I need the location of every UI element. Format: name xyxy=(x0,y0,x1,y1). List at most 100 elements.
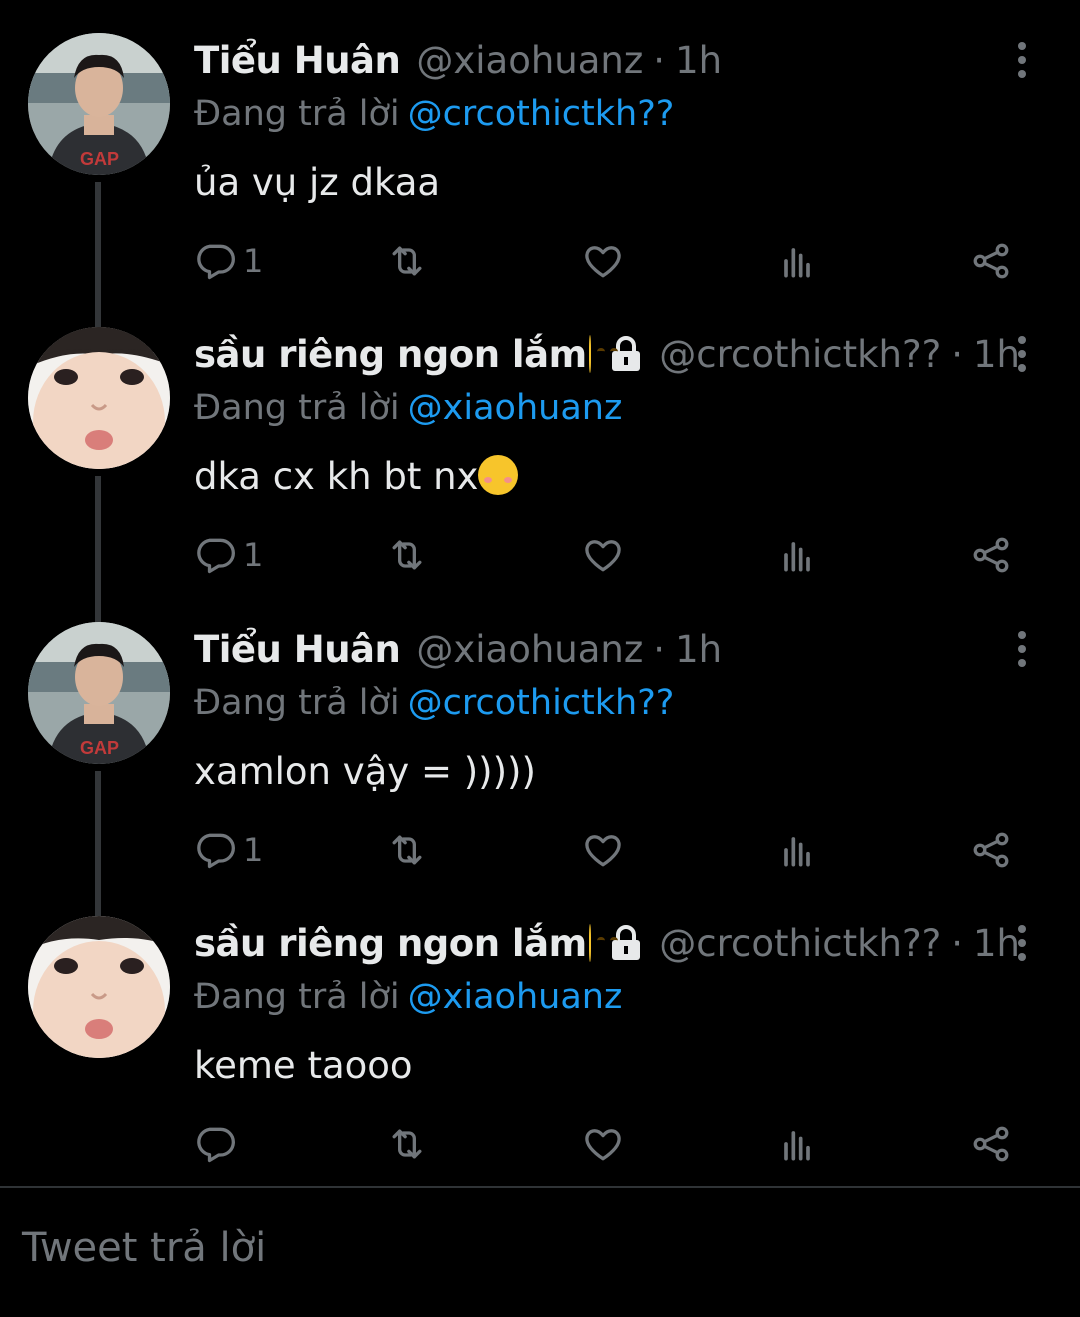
svg-text:GAP: GAP xyxy=(80,149,119,169)
reply-icon xyxy=(193,533,237,577)
mention-link[interactable]: @crcothictkh?? xyxy=(408,683,675,723)
reply-button[interactable]: 1 xyxy=(193,530,263,580)
smiling-face-emoji xyxy=(478,455,519,495)
reply-button[interactable]: 1 xyxy=(193,236,263,286)
heart-icon xyxy=(581,533,625,577)
action-bar: 1 xyxy=(193,825,1023,875)
author-handle[interactable]: @crcothictkh?? xyxy=(659,333,941,376)
mention-link[interactable]: @xiaohuanz xyxy=(408,388,623,428)
share-icon xyxy=(969,533,1013,577)
author-handle[interactable]: @xiaohuanz xyxy=(416,628,643,671)
retweet-button[interactable] xyxy=(385,530,429,580)
tweet-text-content: keme taooo xyxy=(194,1044,413,1087)
share-icon xyxy=(969,1122,1013,1166)
share-button[interactable] xyxy=(969,1119,1013,1169)
share-icon xyxy=(969,828,1013,872)
tweet-4[interactable]: sầu riêng ngon lắm @crcothictkh?? · 1h Đ… xyxy=(0,913,1080,1207)
replying-to-label: Đang trả lời xyxy=(194,977,400,1017)
replying-to: Đang trả lời @crcothictkh?? xyxy=(194,679,1020,729)
heart-icon xyxy=(581,1122,625,1166)
action-bar: 1 xyxy=(193,530,1023,580)
heart-icon xyxy=(581,828,625,872)
more-icon[interactable] xyxy=(1014,923,1030,963)
share-button[interactable] xyxy=(969,825,1013,875)
tweet-text-content: xamlon vậy = ))))) xyxy=(194,750,536,793)
share-button[interactable] xyxy=(969,236,1013,286)
views-icon xyxy=(775,828,819,872)
like-button[interactable] xyxy=(581,236,625,286)
views-button[interactable] xyxy=(775,825,819,875)
author-handle[interactable]: @crcothictkh?? xyxy=(659,922,941,965)
reply-icon xyxy=(193,828,237,872)
heart-icon xyxy=(581,239,625,283)
divider xyxy=(0,1186,1080,1188)
reply-count: 1 xyxy=(243,242,264,280)
more-icon[interactable] xyxy=(1014,629,1030,669)
retweet-button[interactable] xyxy=(385,825,429,875)
replying-to-label: Đang trả lời xyxy=(194,94,400,134)
reply-count: 1 xyxy=(243,536,264,574)
timestamp[interactable]: 1h xyxy=(973,333,1020,376)
reply-input-placeholder: Tweet trả lời xyxy=(22,1225,267,1271)
mention-link[interactable]: @crcothictkh?? xyxy=(408,94,675,134)
tweet-3[interactable]: GAP Tiểu Huân @xiaohuanz · 1h Đang trả l… xyxy=(0,619,1080,941)
replying-to: Đang trả lời @xiaohuanz xyxy=(194,973,1020,1023)
tweet-2[interactable]: sầu riêng ngon lắm @crcothictkh?? · 1h Đ… xyxy=(0,324,1080,646)
separator-dot: · xyxy=(951,332,963,376)
author-name[interactable]: Tiểu Huân xyxy=(194,628,401,671)
retweet-icon xyxy=(385,1122,429,1166)
views-button[interactable] xyxy=(775,530,819,580)
more-icon[interactable] xyxy=(1014,40,1030,80)
author-handle[interactable]: @xiaohuanz xyxy=(416,39,643,82)
reply-input[interactable]: Tweet trả lời xyxy=(22,1225,266,1271)
avatar[interactable]: GAP xyxy=(28,622,170,764)
avatar[interactable] xyxy=(28,916,170,1058)
action-bar: 1 xyxy=(193,236,1023,286)
reply-count: 1 xyxy=(243,831,264,869)
timestamp[interactable]: 1h xyxy=(973,922,1020,965)
replying-to-label: Đang trả lời xyxy=(194,683,400,723)
separator-dot: · xyxy=(653,627,666,671)
timestamp[interactable]: 1h xyxy=(675,39,722,82)
reply-button[interactable]: 1 xyxy=(193,825,263,875)
avatar[interactable] xyxy=(28,327,170,469)
tweet-text: ủa vụ jz dkaa xyxy=(194,158,1020,208)
author-name[interactable]: sầu riêng ngon lắm xyxy=(194,922,587,965)
retweet-icon xyxy=(385,533,429,577)
action-bar xyxy=(193,1119,1023,1169)
more-icon[interactable] xyxy=(1014,334,1030,374)
timestamp[interactable]: 1h xyxy=(675,628,722,671)
views-icon xyxy=(775,239,819,283)
replying-to: Đang trả lời @crcothictkh?? xyxy=(194,90,1020,140)
share-icon xyxy=(969,239,1013,283)
mention-link[interactable]: @xiaohuanz xyxy=(408,977,623,1017)
tweet-text-content: dka cx kh bt nx xyxy=(194,455,479,498)
author-name[interactable]: Tiểu Huân xyxy=(194,39,401,82)
views-button[interactable] xyxy=(775,236,819,286)
like-button[interactable] xyxy=(581,530,625,580)
retweet-button[interactable] xyxy=(385,236,429,286)
yum-face-emoji xyxy=(588,335,615,373)
reply-button[interactable] xyxy=(193,1119,243,1169)
views-button[interactable] xyxy=(775,1119,819,1169)
replying-to: Đang trả lời @xiaohuanz xyxy=(194,384,1020,434)
retweet-icon xyxy=(385,828,429,872)
retweet-button[interactable] xyxy=(385,1119,429,1169)
tweet-text: dka cx kh bt nx xyxy=(194,452,1020,502)
retweet-icon xyxy=(385,239,429,283)
reply-icon xyxy=(193,1122,237,1166)
avatar[interactable]: GAP xyxy=(28,33,170,175)
svg-text:GAP: GAP xyxy=(80,738,119,758)
tweet-1[interactable]: GAP Tiểu Huân @xiaohuanz · 1h Đang trả l… xyxy=(0,30,1080,352)
replying-to-label: Đang trả lời xyxy=(194,388,400,428)
tweet-text: xamlon vậy = ))))) xyxy=(194,747,1020,797)
yum-face-emoji xyxy=(588,924,615,962)
share-button[interactable] xyxy=(969,530,1013,580)
like-button[interactable] xyxy=(581,825,625,875)
views-icon xyxy=(775,1122,819,1166)
author-name[interactable]: sầu riêng ngon lắm xyxy=(194,333,587,376)
separator-dot: · xyxy=(951,921,963,965)
like-button[interactable] xyxy=(581,1119,625,1169)
separator-dot: · xyxy=(653,38,666,82)
views-icon xyxy=(775,533,819,577)
